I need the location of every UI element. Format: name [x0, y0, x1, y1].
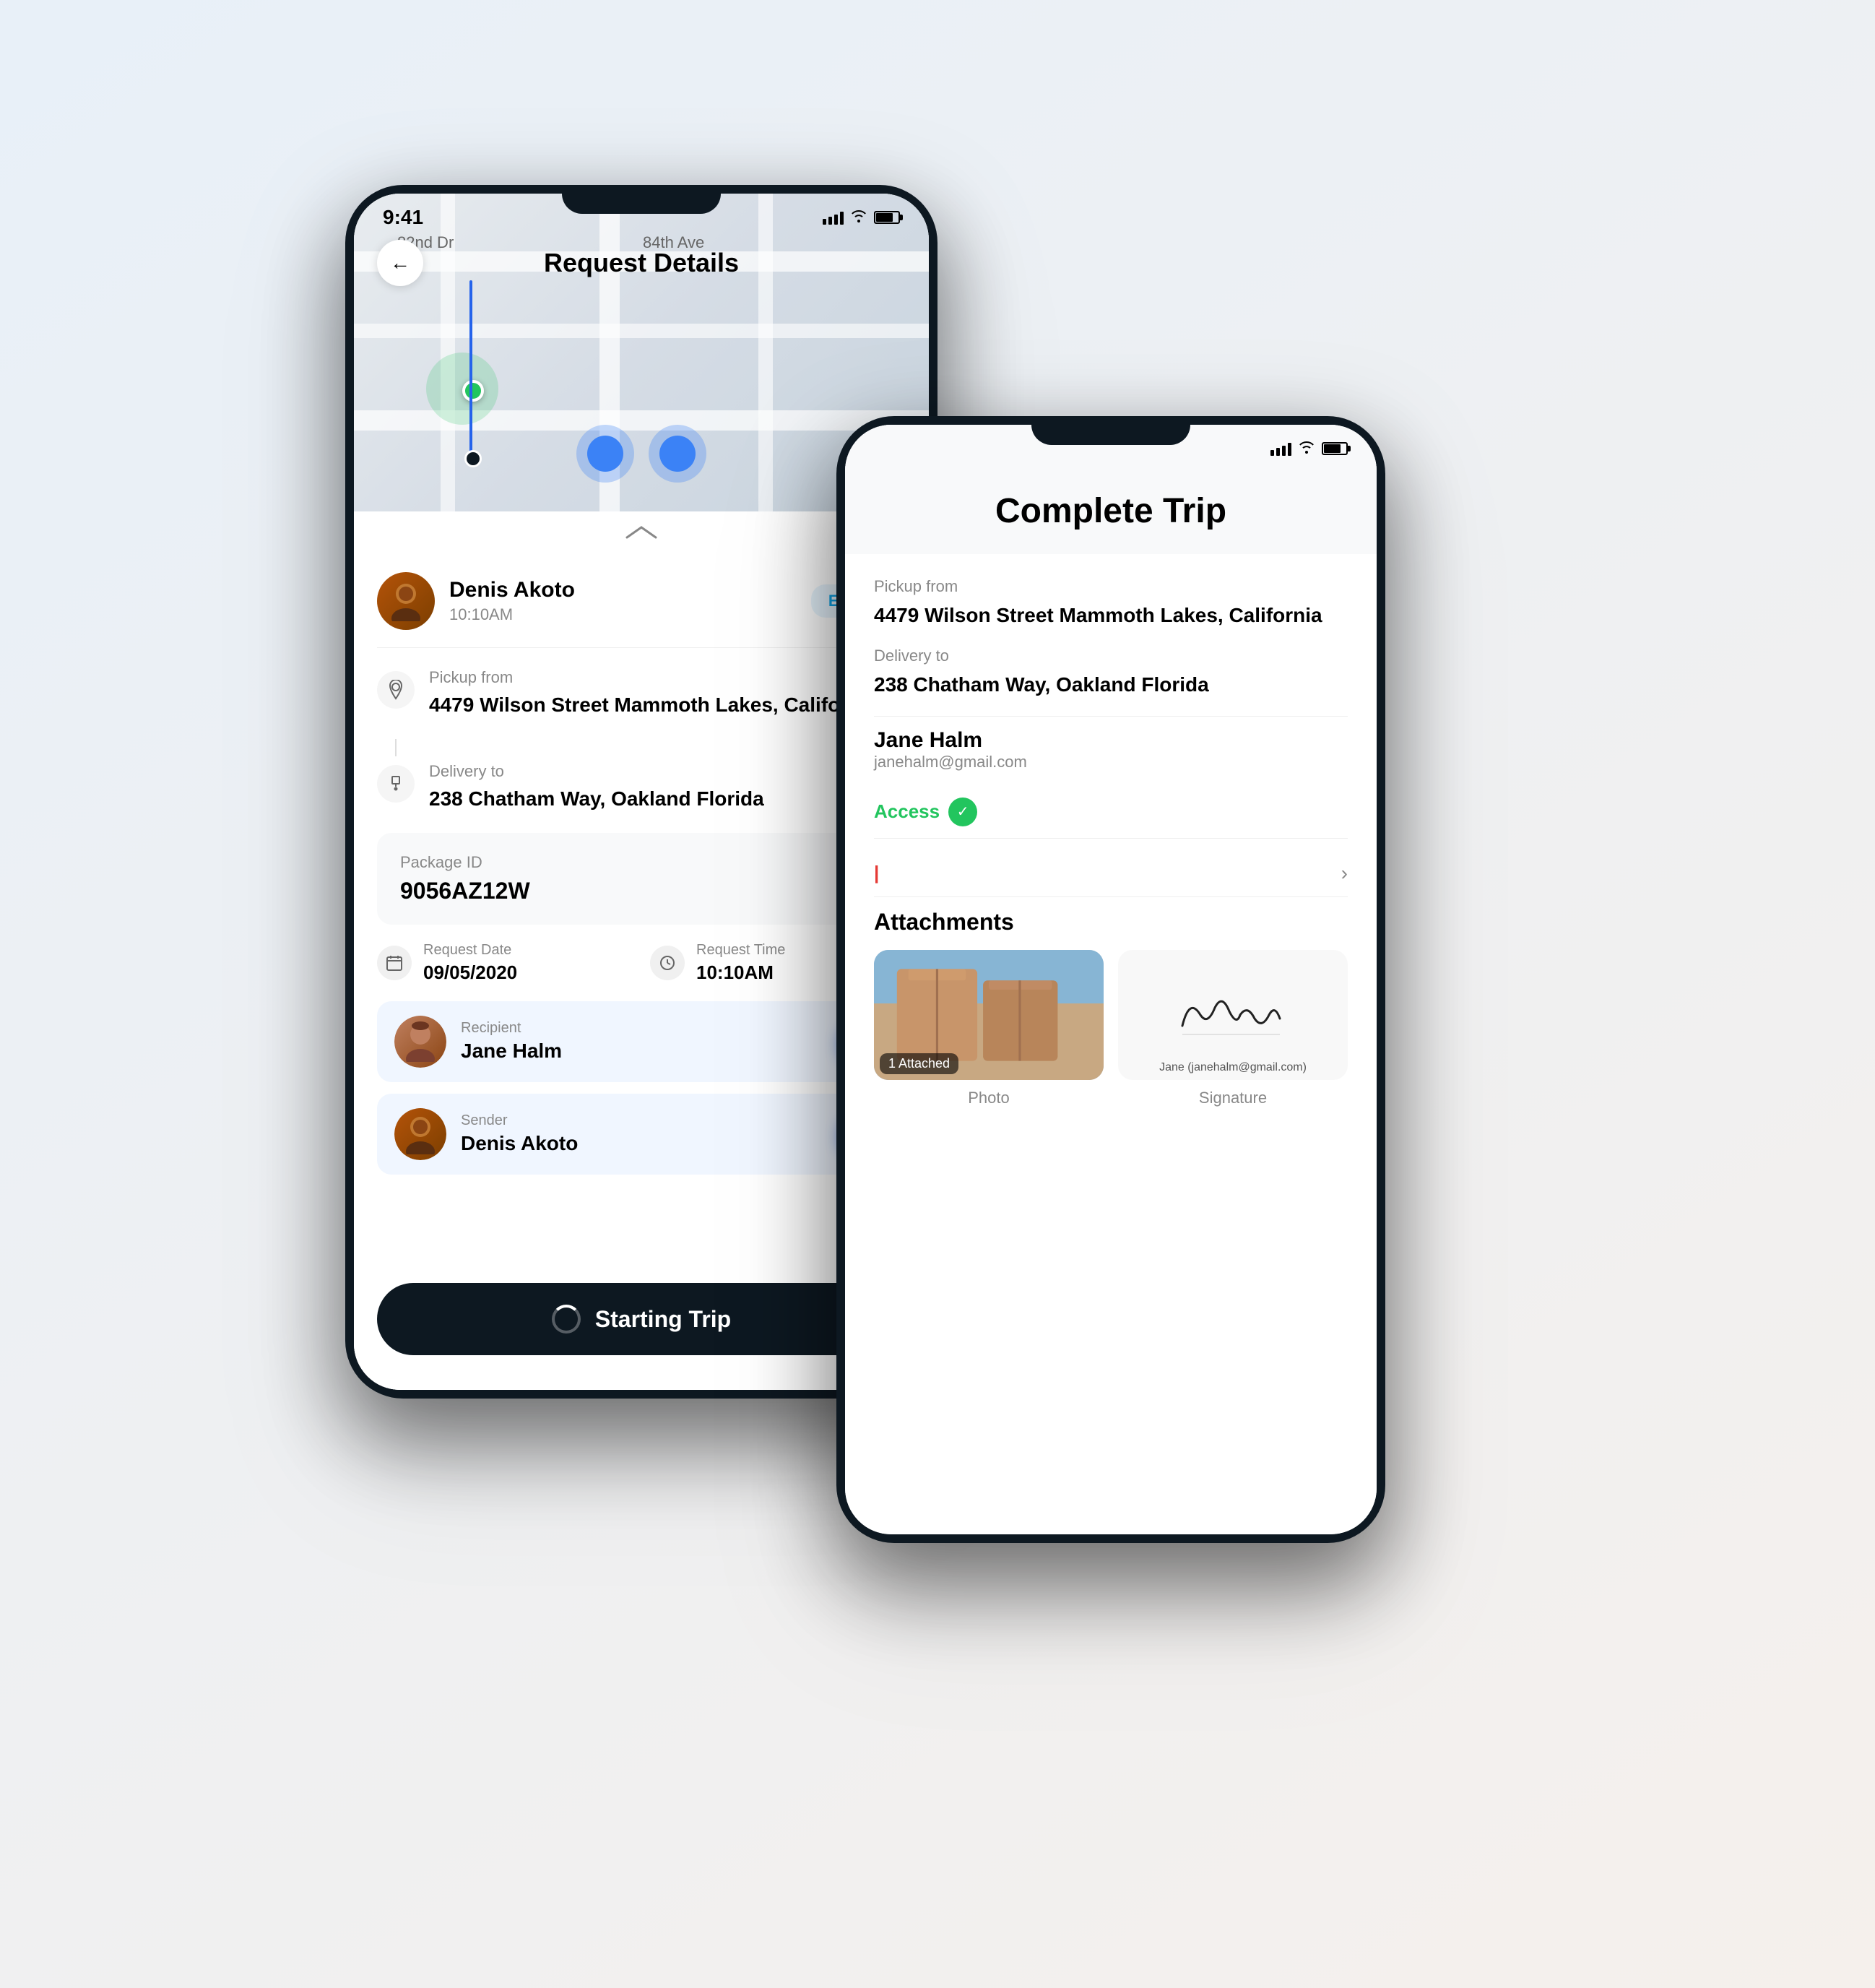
- page-header-1: ← Request Details: [354, 234, 929, 292]
- datetime-row: Request Date 09/05/2020 Request Time 10:…: [377, 942, 906, 984]
- driver-time: 10:10AM: [449, 605, 811, 624]
- address-section: Pickup from 4479 Wilson Street Mammoth L…: [377, 648, 906, 813]
- pickup-content: Pickup from 4479 Wilson Street Mammoth L…: [429, 668, 906, 719]
- signature-label: Signature: [1199, 1089, 1267, 1107]
- phone2-content: Complete Trip Pickup from 4479 Wilson St…: [845, 425, 1377, 1534]
- signal-icon: [823, 210, 844, 225]
- attached-badge: 1 Attached: [880, 1053, 958, 1074]
- contact-email: janehalm@gmail.com: [874, 753, 1348, 772]
- date-item: Request Date 09/05/2020: [377, 942, 633, 984]
- status-icons-1: [823, 208, 900, 227]
- delivery-content: Delivery to 238 Chatham Way, Oakland Flo…: [429, 762, 906, 813]
- pickup-value: 4479 Wilson Street Mammoth Lakes, Califo…: [429, 691, 906, 719]
- map-dest-pins: [576, 425, 706, 483]
- contact-row: Jane Halm janehalm@gmail.com: [874, 728, 1348, 772]
- nav-row[interactable]: | ›: [874, 850, 1348, 897]
- map-origin-dot: [462, 380, 484, 402]
- pickup-label: Pickup from: [429, 668, 906, 687]
- wifi-icon-2: [1299, 439, 1315, 458]
- signature-name: Jane (janehalm@gmail.com): [1118, 1061, 1348, 1074]
- start-trip-button[interactable]: Starting Trip: [377, 1283, 906, 1355]
- sender-row: Sender Denis Akoto: [377, 1094, 906, 1175]
- chevron-right-icon: ›: [1341, 862, 1348, 885]
- trip-pickup-label: Pickup from: [874, 577, 1348, 596]
- trip-delivery-section: Delivery to 238 Chatham Way, Oakland Flo…: [874, 647, 1348, 699]
- status-icons-2: [1270, 439, 1348, 458]
- recipient-row: Recipient Jane Halm: [377, 1001, 906, 1082]
- signal-icon-2: [1270, 441, 1291, 456]
- package-card: Package ID 9056AZ12W: [377, 833, 906, 925]
- sender-info: Sender Denis Akoto: [461, 1112, 836, 1155]
- pickup-icon: [377, 671, 415, 709]
- map-dest-dot: [464, 450, 482, 467]
- map-route: [469, 280, 472, 454]
- signature-canvas: [1125, 979, 1341, 1051]
- attachments-title: Attachments: [874, 909, 1348, 935]
- access-check-icon: ✓: [948, 798, 977, 826]
- wifi-icon: [851, 208, 867, 227]
- back-button[interactable]: ←: [377, 240, 423, 286]
- driver-info: Denis Akoto 10:10AM: [449, 578, 811, 624]
- time-value: 10:10AM: [696, 961, 785, 984]
- time-info: Request Time 10:10AM: [696, 942, 785, 984]
- sender-avatar: [394, 1108, 446, 1160]
- access-label: Access: [874, 800, 940, 823]
- battery-icon: [874, 211, 900, 224]
- delivery-icon: [377, 765, 415, 803]
- photo-label: Photo: [968, 1089, 1010, 1107]
- attachments-grid: 1 Attached Photo: [874, 950, 1348, 1107]
- notch-2: [1031, 416, 1190, 445]
- photo-preview: 1 Attached: [874, 950, 1104, 1080]
- complete-trip-body: Pickup from 4479 Wilson Street Mammoth L…: [845, 554, 1377, 1131]
- trip-pickup-section: Pickup from 4479 Wilson Street Mammoth L…: [874, 577, 1348, 629]
- driver-name: Denis Akoto: [449, 578, 811, 602]
- status-time-1: 9:41: [383, 206, 423, 229]
- access-row: Access ✓: [874, 786, 1348, 839]
- calendar-icon: [377, 946, 412, 980]
- nav-label: |: [874, 862, 1341, 884]
- time-label: Request Time: [696, 942, 785, 959]
- sender-role: Sender: [461, 1112, 836, 1129]
- pickup-row: Pickup from 4479 Wilson Street Mammoth L…: [377, 668, 906, 719]
- complete-trip-title: Complete Trip: [874, 491, 1348, 531]
- recipient-role: Recipient: [461, 1020, 836, 1037]
- clock-icon: [650, 946, 685, 980]
- delivery-row: Delivery to 238 Chatham Way, Oakland Flo…: [377, 762, 906, 813]
- photo-attachment[interactable]: 1 Attached Photo: [874, 950, 1104, 1107]
- loading-spinner: [552, 1305, 581, 1334]
- package-label: Package ID: [400, 853, 883, 872]
- recipient-name: Jane Halm: [461, 1040, 836, 1063]
- cta-label: Starting Trip: [595, 1306, 731, 1333]
- date-label: Request Date: [423, 942, 517, 959]
- date-value: 09/05/2020: [423, 961, 517, 984]
- driver-row: Denis Akoto 10:10AM Enroute: [377, 555, 906, 648]
- phone-complete-trip: Complete Trip Pickup from 4479 Wilson St…: [836, 416, 1385, 1543]
- battery-icon-2: [1322, 442, 1348, 455]
- recipient-avatar: [394, 1016, 446, 1068]
- attachments-section: Attachments: [874, 909, 1348, 1107]
- package-id: 9056AZ12W: [400, 878, 883, 904]
- trip-pickup-value: 4479 Wilson Street Mammoth Lakes, Califo…: [874, 602, 1348, 629]
- driver-avatar: [377, 572, 435, 630]
- signature-attachment[interactable]: Jane (janehalm@gmail.com) Signature: [1118, 950, 1348, 1107]
- recipient-info: Recipient Jane Halm: [461, 1020, 836, 1063]
- contact-name: Jane Halm: [874, 728, 1348, 753]
- date-info: Request Date 09/05/2020: [423, 942, 517, 984]
- delivery-label: Delivery to: [429, 762, 906, 781]
- delivery-value: 238 Chatham Way, Oakland Florida: [429, 785, 906, 813]
- sender-name: Denis Akoto: [461, 1132, 836, 1155]
- trip-delivery-value: 238 Chatham Way, Oakland Florida: [874, 671, 1348, 699]
- page-title-1: Request Details: [544, 248, 739, 278]
- divider-1: [874, 716, 1348, 717]
- notch-1: [562, 185, 721, 214]
- signature-preview: Jane (janehalm@gmail.com): [1118, 950, 1348, 1080]
- addr-connector: [395, 739, 397, 756]
- trip-delivery-label: Delivery to: [874, 647, 1348, 665]
